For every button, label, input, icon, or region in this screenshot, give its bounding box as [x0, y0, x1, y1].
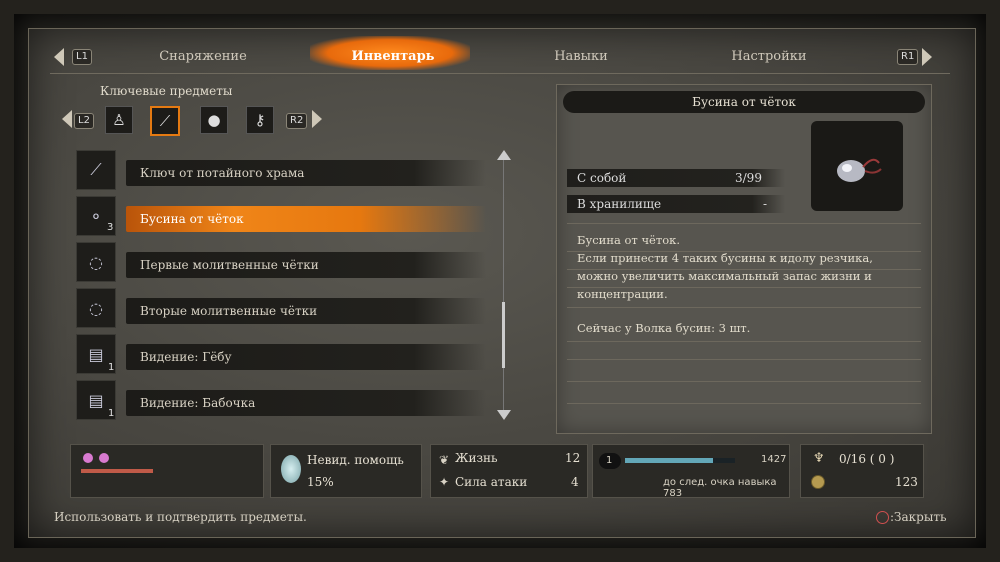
- list-item[interactable]: Вторые молитвенные чётки: [126, 298, 486, 324]
- tab-skills[interactable]: Навыки: [506, 44, 656, 70]
- divider: [567, 381, 921, 382]
- bead-icon: [811, 121, 903, 211]
- footer-hint: Использовать и подтвердить предметы.: [54, 510, 307, 524]
- prayer-beads-icon: ◌: [76, 288, 116, 328]
- list-item[interactable]: Ключ от потайного храма: [126, 160, 486, 186]
- category-title: Ключевые предметы: [100, 84, 233, 98]
- skill-progress-fill: [625, 458, 713, 463]
- status-effect-icon: [83, 453, 93, 463]
- scrollbar-track[interactable]: [503, 160, 504, 416]
- unseen-aid-icon: [281, 455, 301, 483]
- tab-equipment[interactable]: Снаряжение: [128, 44, 278, 70]
- item-label: Ключ от потайного храма: [140, 166, 305, 180]
- tool-icon[interactable]: ⟋: [150, 106, 180, 136]
- sen-value: 123: [895, 475, 918, 489]
- divider: [567, 341, 921, 342]
- currency-box: ♆ 0/16 ( 0 ) 123: [800, 444, 924, 498]
- unseen-aid-label: Невид. помощь: [307, 453, 404, 467]
- pouch-icon[interactable]: ●: [200, 106, 228, 134]
- prayer-beads-icon: ◌: [76, 242, 116, 282]
- divider: [567, 223, 921, 224]
- description-line: Сейчас у Волка бусин: 3 шт.: [577, 321, 751, 335]
- tab-divider: [50, 73, 950, 74]
- tab-right-arrow[interactable]: [922, 48, 932, 66]
- l1-button-badge: L1: [72, 49, 92, 65]
- description-line: Если принести 4 таких бусины к идолу рез…: [577, 251, 873, 265]
- item-count: 1: [108, 408, 115, 419]
- tab-inventory[interactable]: Инвентарь: [318, 44, 468, 70]
- divider: [567, 359, 921, 360]
- spirit-emblem-icon: ♆: [813, 451, 825, 466]
- item-count: 3: [107, 222, 114, 233]
- category-left-arrow[interactable]: [62, 110, 72, 128]
- scroll-down-arrow[interactable]: [497, 410, 511, 420]
- carried-label: С собой: [577, 171, 627, 185]
- r2-button-badge: R2: [286, 113, 308, 129]
- description-line: можно увеличить максимальный запас жизни…: [577, 269, 872, 283]
- item-label: Видение: Бабочка: [140, 396, 256, 410]
- key-icon: ⟋: [76, 150, 116, 190]
- skill-progress-track: [625, 458, 735, 463]
- unseen-aid-box: Невид. помощь 15%: [270, 444, 422, 498]
- unseen-aid-value: 15%: [307, 475, 334, 489]
- list-item-selected[interactable]: Бусина от чёток: [126, 206, 486, 232]
- skill-xp: 1427: [761, 454, 787, 465]
- skill-level: 1: [606, 455, 613, 466]
- attack-label: Сила атаки: [455, 475, 528, 489]
- key-icon[interactable]: ⚷: [246, 106, 274, 134]
- scroll-up-arrow[interactable]: [497, 150, 511, 160]
- storage-row: В хранилище -: [567, 195, 785, 213]
- attack-icon: ✦: [439, 475, 450, 489]
- divider: [567, 403, 921, 404]
- list-item[interactable]: Видение: Бабочка: [126, 390, 486, 416]
- item-detail-panel: Бусина от чёток С собой 3/99 В хранилище…: [556, 84, 932, 434]
- tab-left-arrow[interactable]: [54, 48, 64, 66]
- skill-next: до след. очка навыка 783: [663, 477, 777, 499]
- sen-coin-icon: [811, 475, 825, 489]
- description-line: Бусина от чёток.: [577, 233, 680, 247]
- attributes-box: ❦ Жизнь 12 ✦ Сила атаки 4: [430, 444, 588, 498]
- r1-button-badge: R1: [897, 49, 919, 65]
- vitality-label: Жизнь: [455, 451, 498, 465]
- item-label: Вторые молитвенные чётки: [140, 304, 318, 318]
- spirit-emblems: 0/16 ( 0 ): [839, 452, 895, 466]
- circle-button-icon: [876, 511, 889, 524]
- list-item[interactable]: Первые молитвенные чётки: [126, 252, 486, 278]
- attack-value: 4: [571, 475, 579, 489]
- tab-settings[interactable]: Настройки: [694, 44, 844, 70]
- scrollbar-thumb[interactable]: [502, 302, 505, 368]
- status-effect-icon: [99, 453, 109, 463]
- list-item[interactable]: Видение: Гёбу: [126, 344, 486, 370]
- close-button[interactable]: :Закрыть: [890, 510, 947, 524]
- category-right-arrow[interactable]: [312, 110, 322, 128]
- carried-row: С собой 3/99: [567, 169, 785, 187]
- vitality-icon: ❦: [439, 453, 450, 467]
- item-count: 1: [108, 362, 115, 373]
- storage-value: -: [763, 197, 768, 211]
- status-effects-box: [70, 444, 264, 498]
- item-label: Бусина от чёток: [140, 212, 244, 226]
- figurine-icon[interactable]: ♙: [105, 106, 133, 134]
- l2-button-badge: L2: [74, 113, 94, 129]
- detail-title: Бусина от чёток: [692, 95, 796, 109]
- divider: [567, 307, 921, 308]
- status-effect-bar: [81, 469, 153, 473]
- description-line: концентрации.: [577, 287, 668, 301]
- storage-label: В хранилище: [577, 197, 662, 211]
- skill-points-box: 1 1427 до след. очка навыка 783: [592, 444, 790, 499]
- item-label: Первые молитвенные чётки: [140, 258, 319, 272]
- vitality-value: 12: [565, 451, 581, 465]
- item-label: Видение: Гёбу: [140, 350, 232, 364]
- carried-value: 3/99: [735, 171, 762, 185]
- detail-title-bar: Бусина от чёток: [563, 91, 925, 113]
